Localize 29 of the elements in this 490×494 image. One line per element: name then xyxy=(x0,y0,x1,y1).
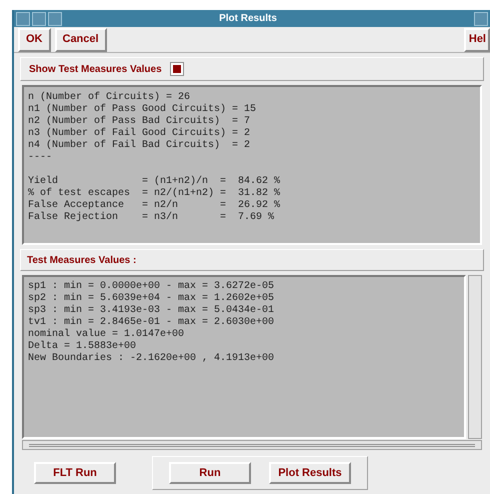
measure-line: sp1 : min = 0.0000e+00 - max = 3.6272e-05 xyxy=(28,281,274,292)
summary-line: n1 (Number of Pass Good Circuits) = 15 xyxy=(28,104,256,116)
show-values-label: Show Test Measures Values xyxy=(29,62,162,76)
summary-line: n2 (Number of Pass Bad Circuits) = 7 xyxy=(28,116,250,128)
summary-line: % of test escapes = n2/(n1+n2) = 31.82 % xyxy=(28,188,280,200)
window-title: Plot Results xyxy=(218,12,278,26)
measure-line: New Boundaries : -2.1620e+00 , 4.1913e+00 xyxy=(28,353,274,365)
summary-line: ---- xyxy=(28,152,52,164)
vertical-scrollbar[interactable] xyxy=(468,275,482,439)
summary-line: Yield = (n1+n2)/n = 84.62 % xyxy=(28,176,280,188)
run-button[interactable]: Run xyxy=(169,462,251,484)
run-button[interactable]: Plot Results xyxy=(269,462,351,484)
horizontal-scrollbar[interactable] xyxy=(22,440,482,450)
measure-line: Delta = 1.5883e+00 xyxy=(28,341,136,352)
measure-line: tv1 : min = 2.8465e-01 - max = 2.6030e+00 xyxy=(28,317,274,328)
summary-line: False Acceptance = n2/n = 26.92 % xyxy=(28,200,280,212)
measure-line: sp3 : min = 3.4193e-03 - max = 5.0434e-01 xyxy=(28,305,274,316)
summary-line: n4 (Number of Fail Bad Circuits) = 2 xyxy=(28,140,250,152)
flt-run-button[interactable]: FLT Run xyxy=(34,462,116,484)
summary-line: n (Number of Circuits) = 26 xyxy=(28,92,190,104)
measure-line: sp2 : min = 5.6039e+04 - max = 1.2602e+05 xyxy=(28,293,274,304)
help-button[interactable]: Hel xyxy=(464,28,490,52)
checkbox[interactable] xyxy=(170,62,184,76)
section-title: Test Measures Values : xyxy=(27,254,136,268)
measure-line: nominal value = 1.0147e+00 xyxy=(28,329,184,340)
summary-line: n3 (Number of Fail Good Circuits) = 2 xyxy=(28,128,250,140)
summary-line: False Rejection = n3/n = 7.69 % xyxy=(28,212,274,224)
toolbar-button[interactable]: OK xyxy=(18,28,50,52)
toolbar-button[interactable]: Cancel xyxy=(54,28,107,52)
